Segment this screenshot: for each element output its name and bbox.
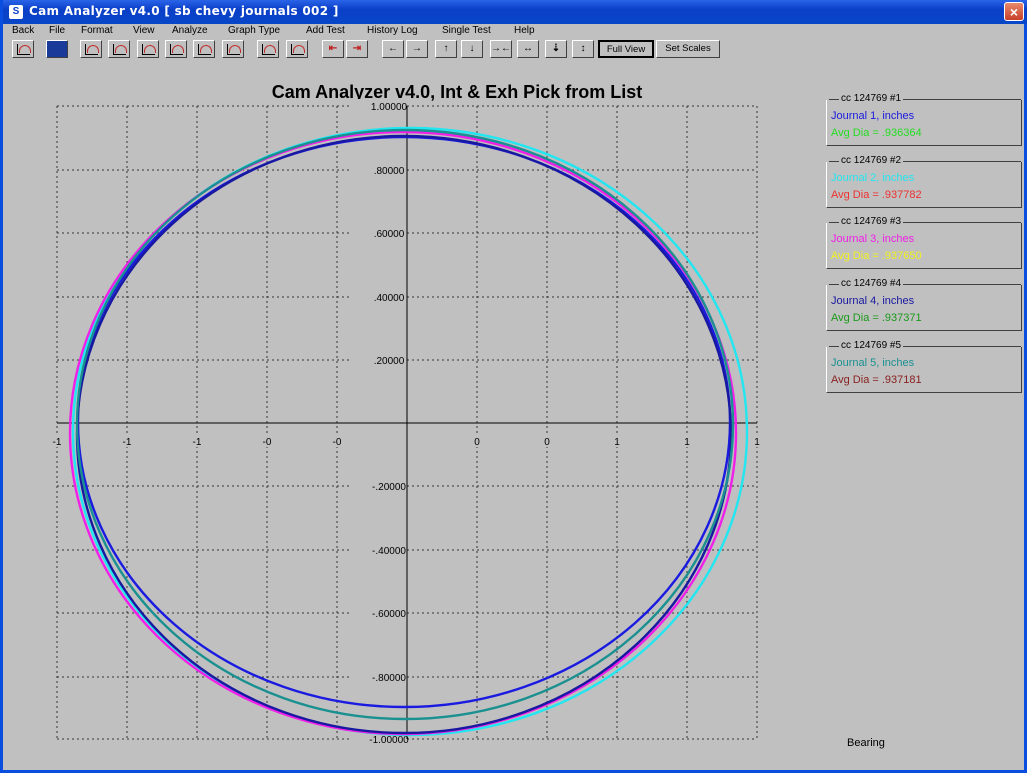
chart-title: Cam Analyzer v4.0, Int & Exh Pick from L… — [272, 82, 642, 102]
y-tick-label: -.60000 — [372, 609, 406, 620]
y-tick-label: -.20000 — [372, 482, 406, 493]
journal-1-curve — [76, 135, 732, 709]
legend-series-name: Journal 5, inches — [831, 357, 915, 369]
legend-series-name: Journal 2, inches — [831, 172, 915, 184]
x-tick-label: 0 — [544, 437, 550, 448]
x-tick-label: 0 — [474, 437, 480, 448]
y-tick-label: -1.00000 — [369, 735, 409, 746]
x-tick-label: -1 — [53, 437, 62, 448]
x-tick-label: -0 — [333, 437, 342, 448]
bearing-label: Bearing — [847, 737, 885, 749]
legend-series-name: Journal 4, inches — [831, 295, 915, 307]
legend-title: cc 124769 #2 — [839, 155, 904, 166]
x-tick-label: -0 — [263, 437, 272, 448]
legend-avg-dia: Avg Dia = .937371 — [831, 312, 922, 324]
y-tick-label: 1.00000 — [371, 102, 408, 113]
y-tick-label: .60000 — [374, 229, 405, 240]
x-tick-label: 1 — [684, 437, 690, 448]
legend-box-5: cc 124769 #5 Journal 5, inches Avg Dia = .… — [826, 340, 1022, 393]
y-tick-label: -.80000 — [372, 673, 406, 684]
legend-box-3: cc 124769 #3 Journal 3, inches Avg Dia = .… — [826, 216, 1022, 269]
legend-avg-dia: Avg Dia = .937650 — [831, 250, 922, 262]
legend-title: cc 124769 #1 — [839, 93, 904, 104]
legend-avg-dia: Avg Dia = .937181 — [831, 374, 922, 386]
x-tick-label: 1 — [754, 437, 760, 448]
x-tick-label: -1 — [193, 437, 202, 448]
legend-avg-dia: Avg Dia = .937782 — [831, 189, 922, 201]
y-tick-label: -.40000 — [372, 546, 406, 557]
legend-series-name: Journal 1, inches — [831, 110, 915, 122]
legend-avg-dia: Avg Dia = .936364 — [831, 127, 922, 139]
y-tick-label: .20000 — [374, 356, 405, 367]
legend-box-1: cc 124769 #1 Journal 1, inches Avg Dia = .… — [826, 93, 1022, 146]
journal-curves — [68, 126, 749, 737]
legend-box-4: cc 124769 #4 Journal 4, inches Avg Dia = .… — [826, 278, 1022, 331]
legend-series-name: Journal 3, inches — [831, 233, 915, 245]
legend-title: cc 124769 #4 — [839, 278, 904, 289]
journal-4-curve — [75, 134, 733, 735]
legend-title: cc 124769 #3 — [839, 216, 904, 227]
y-tick-label: .80000 — [374, 166, 405, 177]
legend-box-2: cc 124769 #2 Journal 2, inches Avg Dia = .… — [826, 155, 1022, 208]
y-tick-label: .40000 — [374, 293, 405, 304]
x-tick-label: 1 — [614, 437, 620, 448]
legend-title: cc 124769 #5 — [839, 340, 904, 351]
x-tick-label: -1 — [123, 437, 132, 448]
